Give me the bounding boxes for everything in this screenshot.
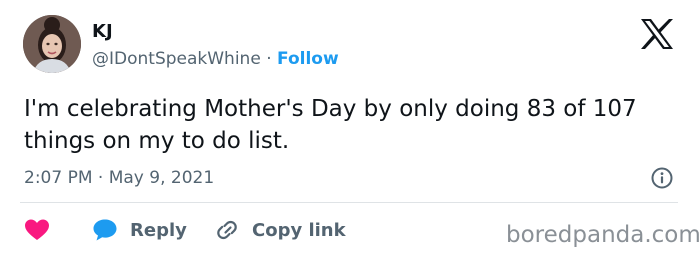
follow-button[interactable]: Follow	[277, 49, 339, 69]
like-button[interactable]	[24, 216, 50, 244]
user-handle[interactable]: @IDontSpeakWhine	[92, 49, 261, 69]
handle-row: @IDontSpeakWhine · Follow	[92, 47, 339, 71]
avatar[interactable]	[23, 15, 81, 73]
reply-label: Reply	[130, 219, 187, 241]
info-icon[interactable]	[650, 166, 674, 190]
tweet-time: 2:07 PM	[24, 168, 93, 188]
divider	[20, 202, 678, 203]
avatar-image	[23, 15, 81, 73]
watermark: boredpanda.com	[506, 222, 700, 248]
tweet-timestamp[interactable]: 2:07 PM · May 9, 2021	[24, 166, 214, 190]
link-icon	[217, 220, 237, 240]
tweet-date: May 9, 2021	[108, 168, 215, 188]
display-name[interactable]: KJ	[92, 20, 113, 44]
copy-link-button[interactable]: Copy link	[214, 216, 346, 244]
timestamp-separator: ·	[97, 168, 104, 188]
x-logo-icon[interactable]	[640, 19, 674, 49]
speech-bubble-icon	[93, 219, 117, 241]
copy-link-label: Copy link	[252, 219, 346, 241]
tweet-text: I'm celebrating Mother's Day by only doi…	[24, 96, 637, 154]
handle-separator: ·	[266, 49, 272, 69]
heart-icon	[25, 219, 49, 240]
reply-button[interactable]: Reply	[92, 216, 187, 244]
